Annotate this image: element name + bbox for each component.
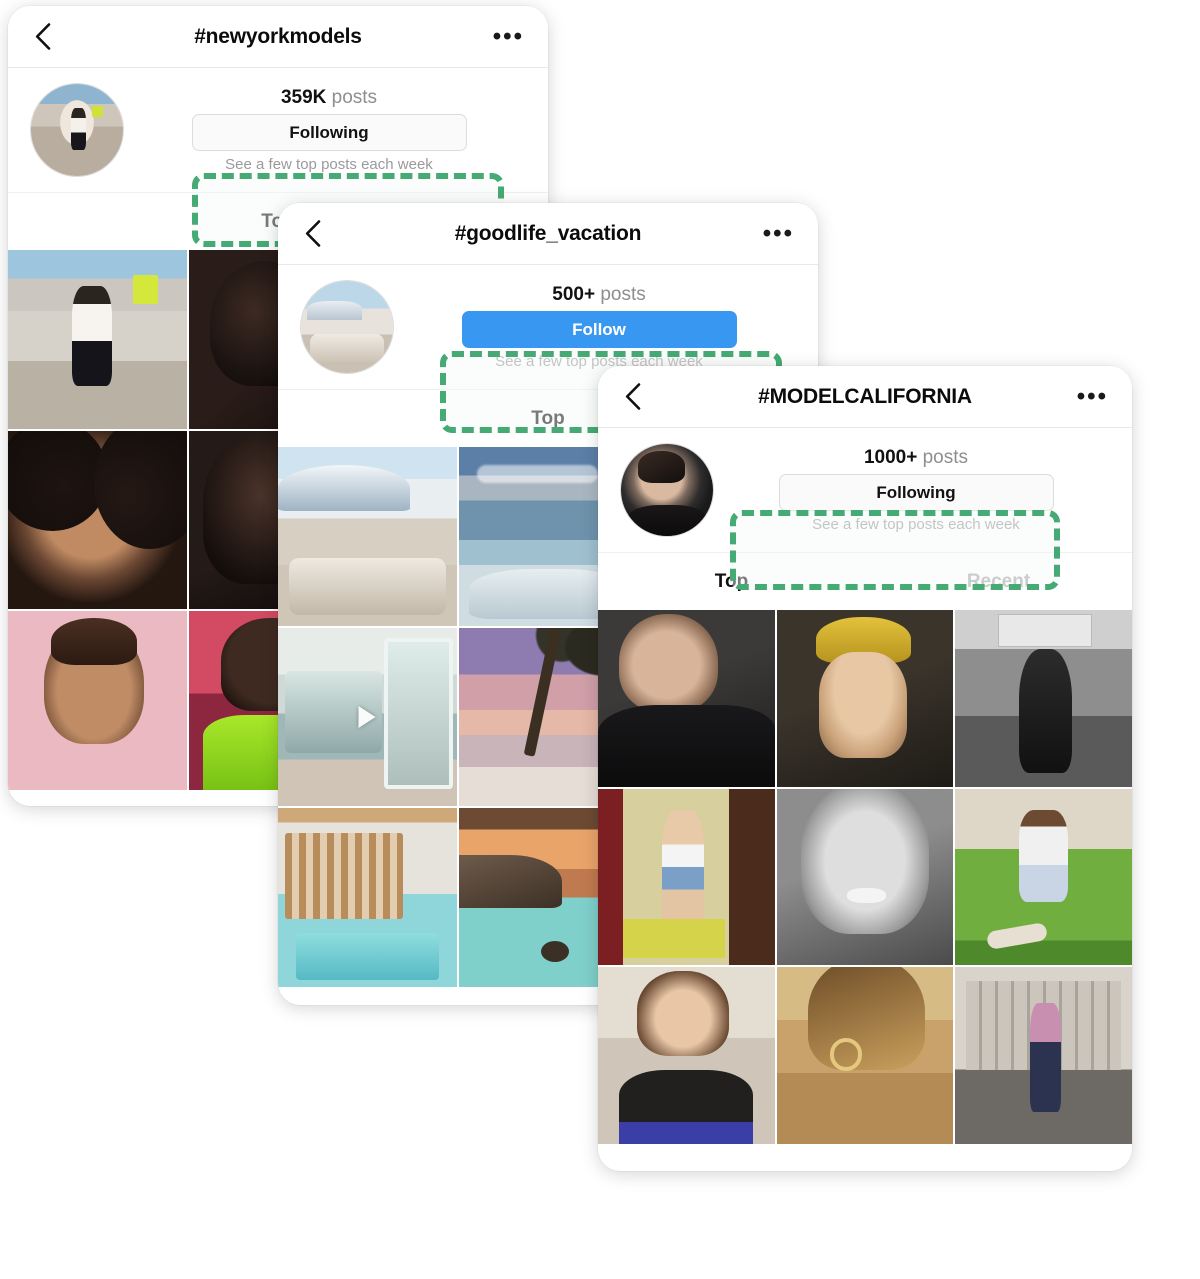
post-thumbnail[interactable] (955, 788, 1132, 966)
avatar-image (301, 281, 393, 373)
avatar (300, 280, 394, 374)
thumbnail-image (776, 610, 954, 787)
thumbnail-image (955, 967, 1132, 1145)
post-count: 500+ posts (552, 284, 646, 306)
page-title: #newyorkmodels (194, 24, 362, 48)
screenshot-stage: #newyorkmodels ••• 359K posts Following … (0, 0, 1200, 1279)
hashtag-subnote: See a few top posts each week (225, 156, 433, 173)
thumbnail-image (8, 611, 187, 791)
post-thumbnail[interactable] (8, 430, 187, 610)
thumbnail-image (278, 808, 457, 988)
post-thumbnail[interactable] (955, 610, 1132, 787)
thumbnail-image (955, 610, 1132, 787)
thumbnail-image (598, 967, 775, 1145)
tab-top[interactable]: Top (598, 553, 865, 610)
nav-bar: #MODELCALIFORNIA ••• (598, 366, 1132, 428)
hashtag-meta: 1000+ posts Following See a few top post… (714, 447, 1110, 533)
more-options-icon[interactable]: ••• (763, 221, 794, 245)
thumbnail-image (598, 610, 775, 787)
nav-bar: #newyorkmodels ••• (8, 6, 548, 68)
post-count-label: posts (922, 447, 969, 468)
hashtag-card-modelcalifornia: #MODELCALIFORNIA ••• 1000+ posts Followi… (598, 366, 1132, 1171)
post-thumbnail[interactable] (278, 447, 457, 626)
avatar-image (621, 444, 713, 536)
thumbnail-image (8, 430, 187, 610)
thumbnail-image (8, 250, 187, 429)
post-thumbnail[interactable] (8, 250, 187, 429)
thumbnail-image (776, 788, 954, 966)
post-thumbnail[interactable] (598, 788, 775, 966)
post-thumbnail[interactable] (598, 967, 775, 1145)
post-count-value: 359K (280, 87, 327, 108)
hashtag-subnote: See a few top posts each week (812, 516, 1020, 533)
hashtag-meta: 500+ posts Follow See a few top posts ea… (394, 284, 796, 370)
post-count-value: 500+ (552, 284, 596, 305)
play-icon (358, 706, 376, 728)
thumbnail-image (598, 788, 775, 966)
chevron-left-icon[interactable] (300, 219, 326, 249)
post-grid (598, 610, 1132, 1145)
post-thumbnail[interactable] (278, 627, 457, 807)
post-thumbnail[interactable] (955, 967, 1132, 1145)
follow-button[interactable]: Follow (461, 311, 737, 348)
post-thumbnail[interactable] (278, 808, 457, 988)
following-button[interactable]: Following (778, 474, 1054, 511)
avatar (620, 443, 714, 537)
page-title: #MODELCALIFORNIA (758, 384, 972, 408)
avatar-image (31, 84, 123, 176)
post-thumbnail[interactable] (8, 611, 187, 791)
nav-bar: #goodlife_vacation ••• (278, 203, 818, 265)
post-thumbnail[interactable] (776, 967, 954, 1145)
post-count-label: posts (331, 87, 378, 108)
post-count-label: posts (600, 284, 646, 305)
chevron-left-icon[interactable] (620, 382, 646, 412)
post-count-value: 1000+ (863, 447, 918, 468)
hashtag-header: 359K posts Following See a few top posts… (8, 68, 548, 247)
more-options-icon[interactable]: ••• (1077, 384, 1108, 408)
hashtag-meta: 359K posts Following See a few top posts… (124, 87, 526, 173)
post-count: 1000+ posts (864, 447, 968, 469)
chevron-left-icon[interactable] (30, 22, 56, 52)
thumbnail-image (955, 788, 1132, 966)
post-thumbnail[interactable] (776, 788, 954, 966)
hashtag-header: 1000+ posts Following See a few top post… (598, 428, 1132, 590)
tab-bar: Top Recent (598, 552, 1132, 610)
thumbnail-image (776, 967, 954, 1145)
more-options-icon[interactable]: ••• (493, 24, 524, 48)
thumbnail-image (278, 447, 457, 626)
tab-recent[interactable]: Recent (865, 553, 1132, 610)
page-title: #goodlife_vacation (454, 221, 642, 245)
post-thumbnail[interactable] (776, 610, 954, 787)
post-count: 359K posts (281, 87, 377, 109)
post-thumbnail[interactable] (598, 610, 775, 787)
avatar (30, 83, 124, 177)
following-button[interactable]: Following (191, 114, 467, 151)
